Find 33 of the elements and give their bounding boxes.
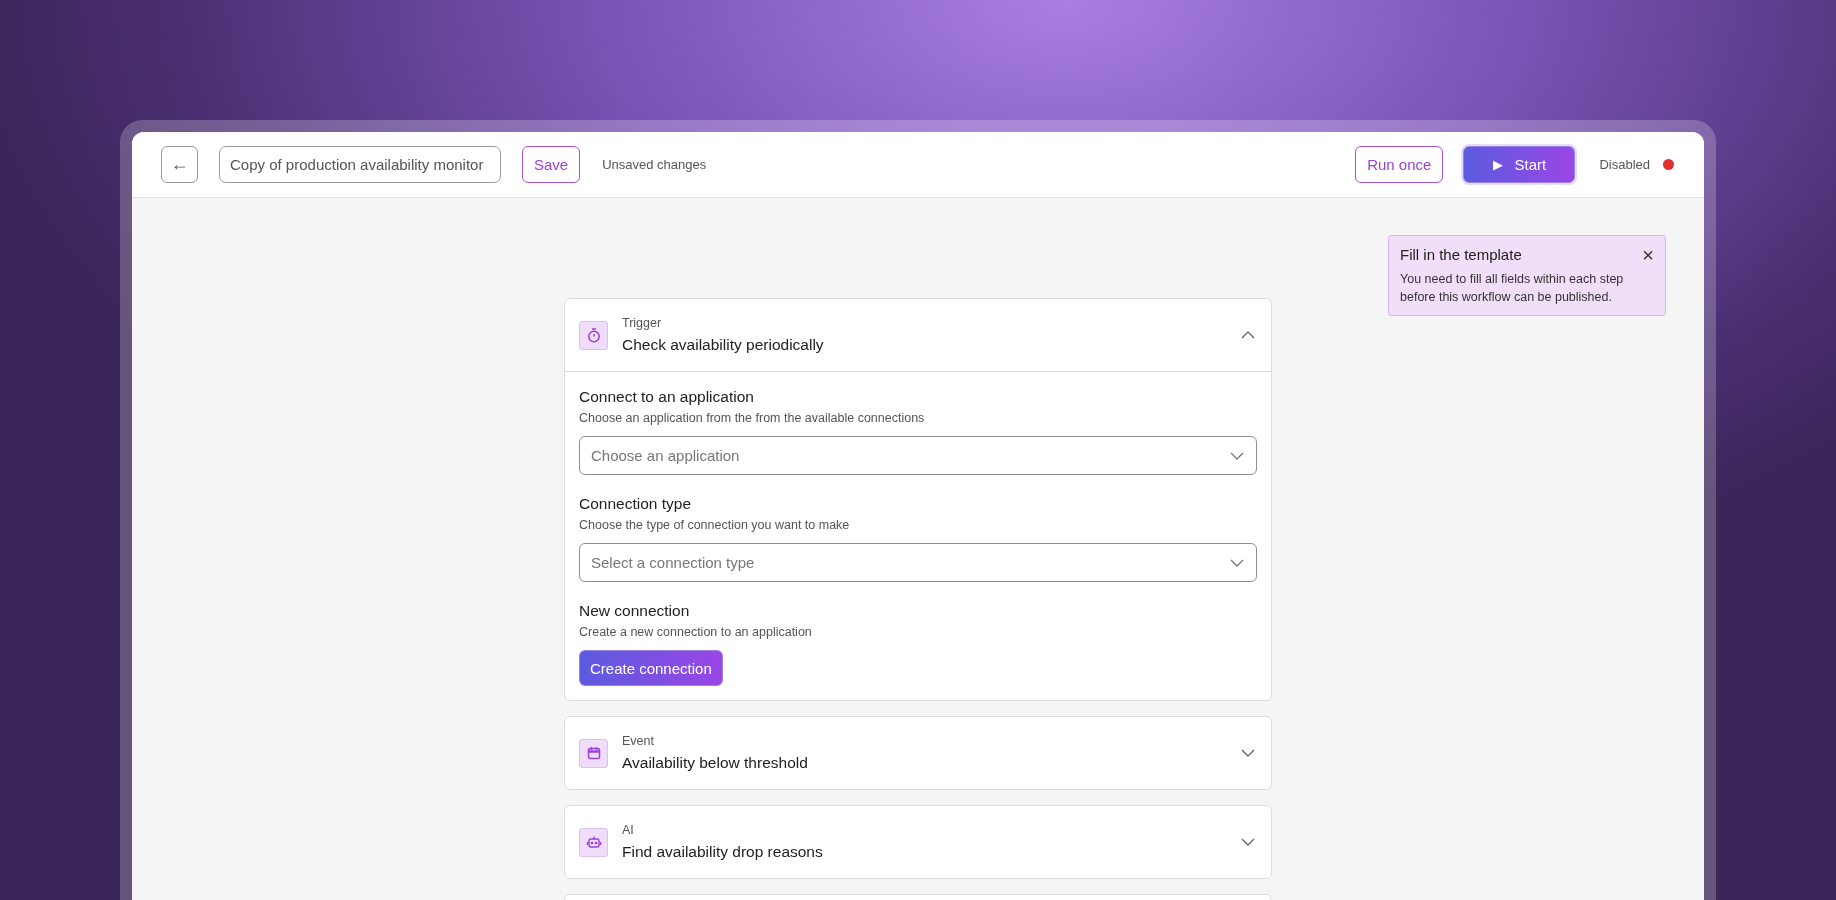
select-field[interactable]: Select a connection type xyxy=(579,543,1257,582)
chevron-down-icon[interactable] xyxy=(1241,838,1255,846)
step-category: Trigger xyxy=(622,316,663,330)
section-label: Connect to an application xyxy=(579,388,755,406)
section-description: Choose an application from the from the available connections xyxy=(579,411,926,425)
workflow-name-field[interactable]: Copy of production availability monitor xyxy=(219,146,501,183)
close-button[interactable]: × xyxy=(1642,246,1654,263)
step-category: Event xyxy=(622,734,655,748)
section-description: Create a new connection to an application xyxy=(579,625,813,639)
start-button[interactable]: ▶ Start xyxy=(1463,146,1576,183)
back-button[interactable]: ← xyxy=(161,146,198,183)
section-description: Choose the type of connection you want to make xyxy=(579,518,851,532)
chevron-down-icon xyxy=(1230,558,1244,567)
calendar-icon xyxy=(579,738,608,768)
step-title: Check availability periodically xyxy=(622,336,825,354)
robot-icon xyxy=(579,827,608,857)
save-status: Unsaved changes xyxy=(602,157,707,172)
notice-message: You need to fill all fields within each step before this workflow can be published. xyxy=(1400,271,1625,306)
step-title: Find availability drop reasons xyxy=(622,843,824,861)
chevron-up-icon[interactable] xyxy=(1241,331,1255,339)
chevron-down-icon xyxy=(1230,451,1244,460)
chevron-down-icon[interactable] xyxy=(1241,749,1255,757)
run-once-button[interactable]: Run once xyxy=(1355,146,1444,183)
status-label: Disabled xyxy=(1599,157,1650,172)
save-button[interactable]: Save xyxy=(522,146,581,183)
section-label: New connection xyxy=(579,602,691,620)
section-label: Connection type xyxy=(579,495,693,513)
step-title: Availability below threshold xyxy=(622,754,809,772)
stopwatch-icon xyxy=(579,320,608,350)
notice-title: Fill in the template xyxy=(1400,246,1522,263)
step-category: AI xyxy=(622,823,635,837)
select-field[interactable]: Choose an application xyxy=(579,436,1257,475)
create-connection-button[interactable]: Create connection xyxy=(579,650,723,686)
